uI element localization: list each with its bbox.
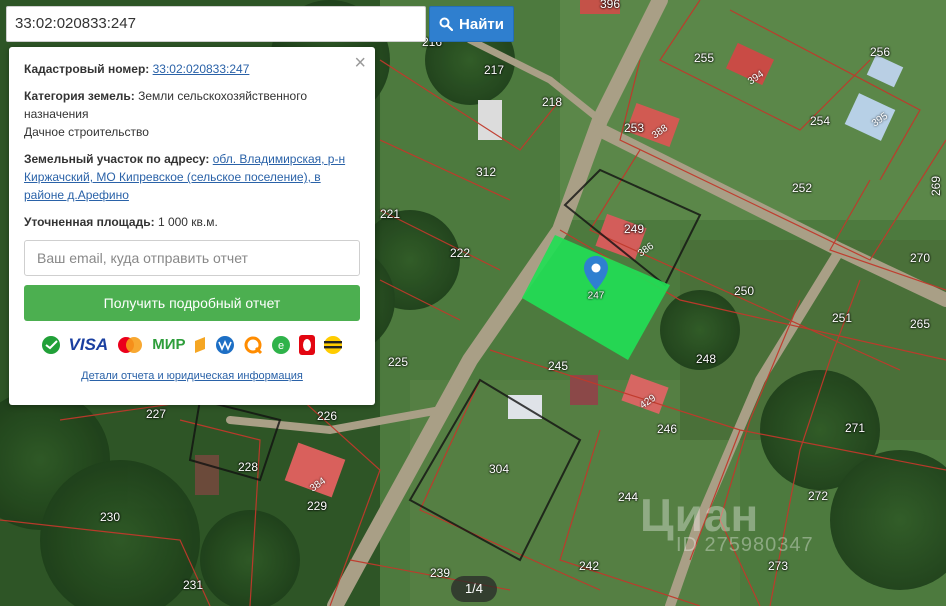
parcel-label: 221 [379,207,401,221]
report-details-link[interactable]: Детали отчета и юридическая информация [24,367,360,385]
area-value: 1 000 кв.м. [157,215,218,229]
land-category-label: Категория земель: [24,89,135,103]
address-row: Земельный участок по адресу: обл. Владим… [24,150,360,204]
parcel-label: 270 [909,251,931,265]
cadastral-number-row: Кадастровый номер: 33:02:020833:247 [24,60,360,78]
parcel-label: 229 [306,499,328,513]
close-icon[interactable]: × [354,53,366,73]
sberbank-icon [41,335,61,355]
beeline-icon [323,335,343,355]
parcel-label: 228 [237,460,259,474]
parcel-label: 245 [547,359,569,373]
listing-id-watermark: ID 275980347 [676,534,814,556]
address-label: Земельный участок по адресу: [24,152,210,166]
parcel-label: 248 [695,352,717,366]
visa-logo: VISA [68,335,109,354]
parcel-label: 269 [929,175,943,197]
search-icon [439,17,454,31]
parcel-label: 254 [809,114,831,128]
parcel-label: 246 [656,422,678,436]
parcel-label: 230 [99,510,121,524]
cadastral-search-input[interactable]: 33:02:020833:247 [6,6,426,42]
parcel-label: 252 [791,181,813,195]
parcel-label: 265 [909,317,931,331]
parcel-label: 250 [733,284,755,298]
search-button[interactable]: Найти [429,6,514,42]
parcel-label: 271 [844,421,866,435]
parcel-label: 304 [488,462,510,476]
land-category-row: Категория земель: Земли сельскохозяйстве… [24,87,360,141]
location-pin-icon[interactable] [584,256,608,290]
area-row: Уточненная площадь: 1 000 кв.м. [24,213,360,231]
email-field[interactable]: Ваш email, куда отправить отчет [24,240,360,276]
parcel-label: 217 [483,63,505,77]
mts-icon [299,335,316,355]
cadastral-number-label: Кадастровый номер: [24,62,150,76]
svg-text:e: e [278,340,284,352]
mir-logo: МИР [152,336,186,353]
parcel-label: 227 [145,407,167,421]
mastercard-icon [116,336,144,354]
yandex-money-icon [193,335,207,355]
parcel-label: 222 [449,246,471,260]
parcel-label: 253 [623,121,645,135]
parcel-label: 225 [387,355,409,369]
qiwi-icon [243,335,263,355]
parcel-label: 312 [475,165,497,179]
search-button-label: Найти [459,15,504,33]
parcel-label: 226 [316,409,338,423]
land-use-value: Дачное строительство [24,125,149,139]
area-label: Уточненная площадь: [24,215,155,229]
webmoney-icon [215,335,235,355]
parcel-label: 272 [807,489,829,503]
parcel-label: 239 [429,566,451,580]
parcel-info-popup: × Кадастровый номер: 33:02:020833:247 Ка… [9,47,375,405]
e-pos-icon: e [271,335,291,355]
parcel-label: 249 [623,222,645,236]
parcel-label: 396 [599,0,621,11]
parcel-label: 255 [693,51,715,65]
parcel-label: 256 [869,45,891,59]
parcel-label: 251 [831,311,853,325]
parcel-label: 242 [578,559,600,573]
selected-parcel-label: 247 [587,290,605,302]
parcel-label: 273 [767,559,789,573]
parcel-label: 231 [182,578,204,592]
cadastral-number-link[interactable]: 33:02:020833:247 [153,62,250,76]
parcel-label: 218 [541,95,563,109]
parcel-label: 244 [617,490,639,504]
get-report-button[interactable]: Получить подробный отчет [24,285,360,321]
photo-pager: 1/4 [451,576,497,602]
payment-methods: VISA МИР e [24,333,360,357]
